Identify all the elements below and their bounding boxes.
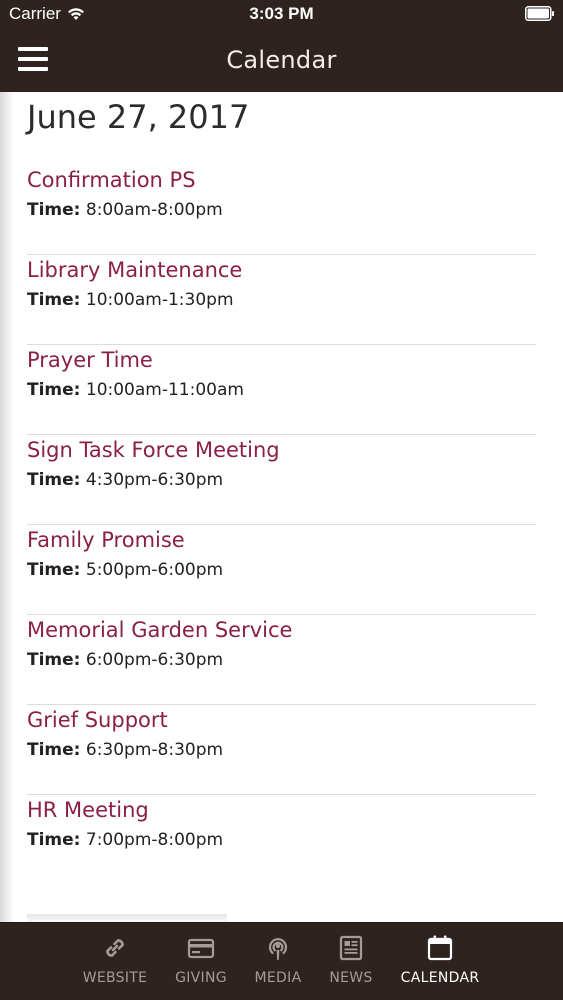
tab-calendar[interactable]: CALENDAR — [394, 923, 486, 1000]
link-icon — [106, 939, 124, 957]
event-time-value: 6:00pm-6:30pm — [85, 650, 224, 670]
event-time-value: 10:00am-1:30pm — [85, 290, 234, 310]
event-time-label: Time: — [27, 380, 81, 400]
event-time-label: Time: — [27, 650, 81, 670]
event-time-value: 7:00pm-8:00pm — [85, 830, 224, 850]
navigation-bar: Calendar — [0, 28, 563, 92]
event-time-value: 4:30pm-6:30pm — [85, 470, 224, 490]
battery-icon — [525, 6, 554, 21]
calendar-content[interactable]: June 27, 2017 Confirmation PS Time: 8:00a… — [0, 92, 563, 922]
event-item[interactable]: Confirmation PS Time: 8:00am-8:00pm — [27, 166, 536, 255]
event-time: Time: 7:00pm-8:00pm — [27, 827, 536, 853]
event-time: Time: 5:00pm-6:00pm — [27, 557, 536, 583]
event-time-value: 10:00am-11:00am — [85, 380, 244, 400]
tab-news[interactable]: NEWS — [320, 923, 382, 1000]
event-time: Time: 6:00pm-6:30pm — [27, 647, 536, 673]
event-time-label: Time: — [27, 470, 81, 490]
status-time: 3:03 PM — [249, 4, 314, 23]
event-item[interactable]: Prayer Time Time: 10:00am-11:00am — [27, 346, 536, 435]
tab-media[interactable]: MEDIA — [246, 923, 310, 1000]
event-title[interactable]: Sign Task Force Meeting — [27, 436, 536, 464]
status-bar: Carrier 3:03 PM — [0, 0, 563, 28]
tab-website[interactable]: WEBSITE — [75, 923, 155, 1000]
podcast-icon — [268, 938, 288, 960]
tab-label: CALENDAR — [400, 970, 480, 986]
page-title: Calendar — [226, 46, 337, 74]
event-time-value: 5:00pm-6:00pm — [85, 560, 224, 580]
event-item[interactable]: Memorial Garden Service Time: 6:00pm-6:30… — [27, 616, 536, 705]
event-title[interactable]: HR Meeting — [27, 796, 536, 824]
event-list: Confirmation PS Time: 8:00am-8:00pm Librar… — [27, 166, 536, 886]
tab-bar: WEBSITE GIVING MEDIA NEWS CALENDAR — [0, 922, 563, 1000]
event-time: Time: 8:00am-8:00pm — [27, 197, 536, 223]
tab-giving[interactable]: GIVING — [165, 923, 237, 1000]
event-title[interactable]: Library Maintenance — [27, 256, 536, 284]
date-heading: June 27, 2017 — [27, 98, 250, 136]
tab-label: GIVING — [175, 970, 227, 986]
event-time: Time: 10:00am-1:30pm — [27, 287, 536, 313]
tab-label: WEBSITE — [82, 970, 148, 986]
event-time-value: 8:00am-8:00pm — [85, 200, 223, 220]
event-time-label: Time: — [27, 290, 81, 310]
event-title[interactable]: Grief Support — [27, 706, 536, 734]
event-item[interactable]: Sign Task Force Meeting Time: 4:30pm-6:30… — [27, 436, 536, 525]
event-title[interactable]: Memorial Garden Service — [27, 616, 536, 644]
event-title[interactable]: Family Promise — [27, 526, 536, 554]
tab-label: MEDIA — [254, 970, 302, 986]
credit-card-icon — [187, 938, 215, 959]
event-title[interactable]: Confirmation PS — [27, 166, 536, 194]
event-item[interactable]: HR Meeting Time: 7:00pm-8:00pm — [27, 796, 536, 885]
event-item[interactable]: Family Promise Time: 5:00pm-6:00pm — [27, 526, 536, 615]
event-item[interactable]: Library Maintenance Time: 10:00am-1:30pm — [27, 256, 536, 345]
event-time-label: Time: — [27, 830, 81, 850]
event-item[interactable]: Grief Support Time: 6:30pm-8:30pm — [27, 706, 536, 795]
event-time: Time: 4:30pm-6:30pm — [27, 467, 536, 493]
calendar-screen: Carrier 3:03 PM Calendar June 27, 2017 C… — [0, 0, 563, 1000]
newspaper-icon — [339, 935, 363, 961]
event-time-value: 6:30pm-8:30pm — [85, 740, 224, 760]
tab-label: NEWS — [329, 970, 373, 986]
next-date-heading-peek — [27, 914, 227, 922]
event-time: Time: 10:00am-11:00am — [27, 377, 536, 403]
event-title[interactable]: Prayer Time — [27, 346, 536, 374]
event-time-label: Time: — [27, 200, 81, 220]
event-time-label: Time: — [27, 740, 81, 760]
event-time: Time: 6:30pm-8:30pm — [27, 737, 536, 763]
calendar-icon — [427, 935, 453, 961]
event-time-label: Time: — [27, 560, 81, 580]
